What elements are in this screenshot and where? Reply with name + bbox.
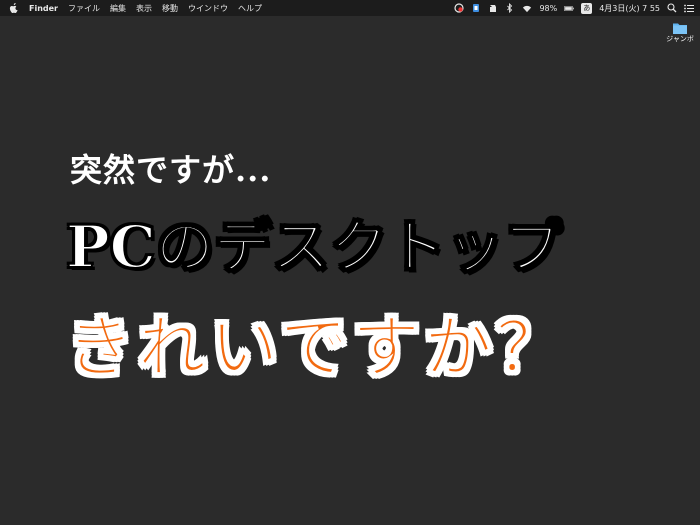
spotlight-search-icon[interactable] (667, 3, 677, 13)
apple-menu-icon[interactable] (9, 3, 19, 13)
folder-icon (673, 19, 687, 34)
headline-intro: 突然ですが... (70, 151, 272, 189)
headline-question: きれいですか？ (66, 308, 568, 389)
desktop-folder-label: ジャンボ (666, 35, 694, 43)
evernote-icon[interactable] (488, 3, 498, 13)
menu-edit[interactable]: 編集 (110, 3, 126, 14)
menu-go[interactable]: 移動 (162, 3, 178, 14)
bluetooth-icon[interactable] (505, 3, 515, 13)
desktop-folder[interactable]: ジャンボ (664, 19, 696, 44)
input-method-indicator[interactable]: あ (581, 2, 593, 14)
menu-help[interactable]: ヘルプ (238, 3, 262, 14)
cloud-app-icon[interactable] (471, 3, 481, 13)
battery-icon[interactable] (564, 3, 574, 13)
notification-center-icon[interactable] (684, 3, 694, 13)
record-icon[interactable] (454, 3, 465, 13)
battery-percentage: 98% (539, 3, 558, 13)
menu-window[interactable]: ウインドウ (188, 3, 228, 14)
menu-view[interactable]: 表示 (136, 3, 152, 14)
status-area: 98% あ 4月3日(火) 7 55 (454, 0, 694, 16)
menu-file[interactable]: ファイル (68, 3, 100, 14)
clock[interactable]: 4月3日(火) 7 55 (599, 3, 660, 14)
wifi-icon[interactable] (522, 3, 532, 13)
menu-app-finder[interactable]: Finder (29, 4, 58, 13)
headline-main: PCのデスクトップ (65, 212, 563, 282)
menu-bar: Finder ファイル 編集 表示 移動 ウインドウ ヘルプ 98% あ 4月3… (0, 0, 700, 16)
